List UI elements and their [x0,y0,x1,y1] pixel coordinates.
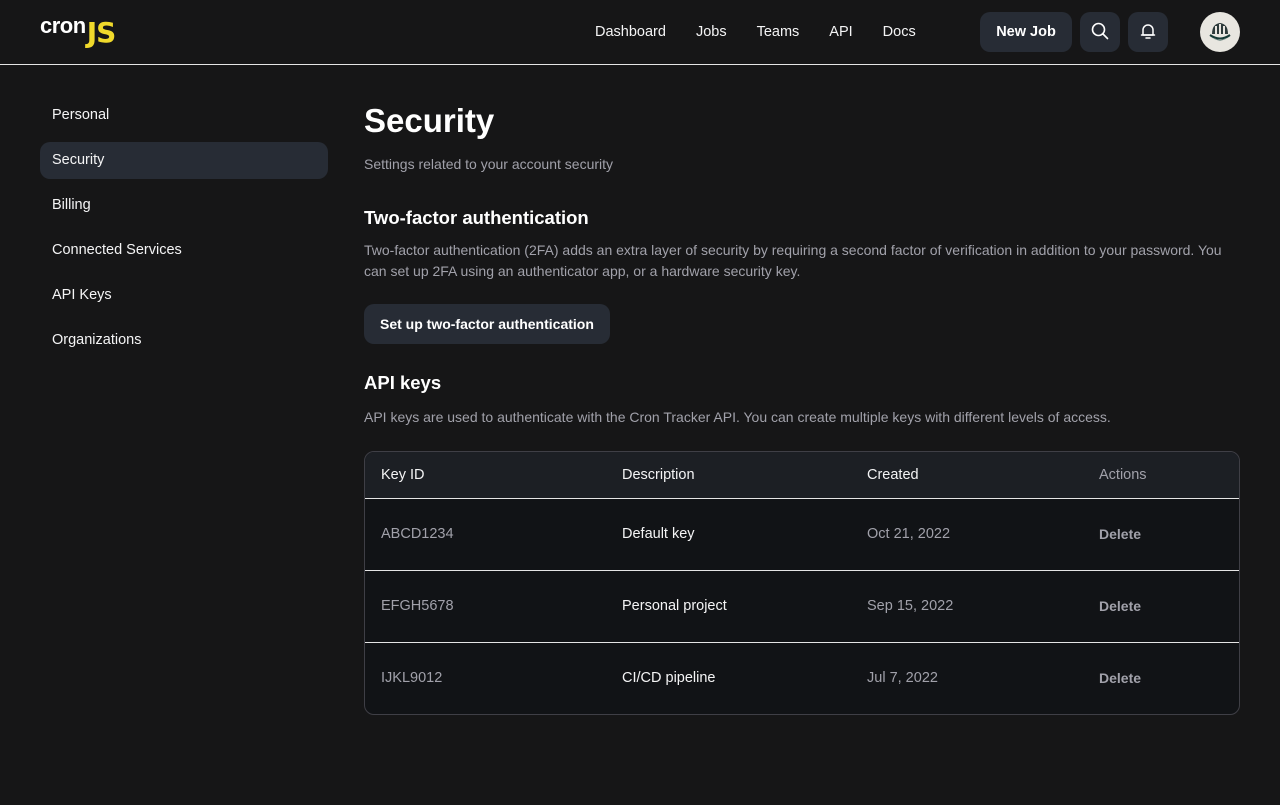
sidebar-item-organizations[interactable]: Organizations [40,322,328,359]
user-avatar[interactable] [1200,12,1240,52]
column-header-actions: Actions [1099,466,1147,483]
two-factor-section: Two-factor authentication Two-factor aut… [364,206,1240,344]
column-header-description: Description [622,466,695,483]
sidebar-item-personal[interactable]: Personal [40,97,328,134]
created-cell: Oct 21, 2022 [867,526,951,542]
page-title: Security [364,102,495,139]
description-cell: Personal project [622,598,727,614]
settings-sidebar: Personal Security Billing Connected Serv… [40,97,328,367]
api-keys-description: API keys are used to authenticate with t… [364,409,1111,425]
key-id-cell: IJKL9012 [381,670,443,687]
main-content: Security Settings related to your accoun… [364,100,1240,715]
actions-cell: Delete [1083,642,1239,714]
bell-icon [1138,21,1158,44]
nav-api[interactable]: API [814,0,867,64]
logo[interactable]: cron JS [40,13,117,49]
description-cell: Default key [622,526,695,542]
two-factor-title: Two-factor authentication [364,207,589,228]
nav-dashboard[interactable]: Dashboard [580,0,681,64]
delete-key-button[interactable]: Delete [1099,526,1141,542]
main-nav: Dashboard Jobs Teams API Docs [580,0,931,64]
table-header-row: Key ID Description Created Actions [365,452,1239,498]
api-keys-section: API keys API keys are used to authentica… [364,371,1240,715]
delete-key-button[interactable]: Delete [1099,670,1141,686]
new-job-button[interactable]: New Job [980,12,1072,52]
actions-cell: Delete [1083,570,1239,642]
sidebar-item-connected-services[interactable]: Connected Services [40,232,328,269]
column-header-key-id: Key ID [381,466,425,483]
key-id-cell: EFGH5678 [381,598,454,614]
api-keys-table: Key ID Description Created Actions ABCD1… [364,451,1240,715]
logo-text-cron: cron [40,13,86,38]
notifications-button[interactable] [1128,12,1168,52]
nav-jobs[interactable]: Jobs [681,0,742,64]
setup-2fa-button[interactable]: Set up two-factor authentication [364,304,610,344]
sidebar-item-api-keys[interactable]: API Keys [40,277,328,314]
top-header: cron JS Dashboard Jobs Teams API Docs Ne… [0,0,1280,65]
table-row: EFGH5678 Personal project Sep 15, 2022 D… [365,570,1239,642]
api-keys-title: API keys [364,372,442,393]
description-cell: CI/CD pipeline [622,670,716,687]
search-icon [1090,21,1110,44]
nav-teams[interactable]: Teams [742,0,815,64]
actions-cell: Delete [1083,498,1239,570]
sidebar-item-security[interactable]: Security [40,142,328,179]
two-factor-description: Two-factor authentication (2FA) adds an … [364,242,1222,279]
search-button[interactable] [1080,12,1120,52]
column-header-created: Created [867,466,919,483]
page-subtitle: Settings related to your account securit… [364,156,614,172]
table-row: IJKL9012 CI/CD pipeline Jul 7, 2022 Dele… [365,642,1239,714]
delete-key-button[interactable]: Delete [1099,598,1141,614]
key-id-cell: ABCD1234 [381,526,454,542]
sidebar-item-billing[interactable]: Billing [40,187,328,224]
table-row: ABCD1234 Default key Oct 21, 2022 Delete [365,498,1239,570]
created-cell: Jul 7, 2022 [867,670,938,687]
created-cell: Sep 15, 2022 [867,598,954,614]
logo-text-js: JS [86,16,117,49]
nav-docs[interactable]: Docs [868,0,931,64]
